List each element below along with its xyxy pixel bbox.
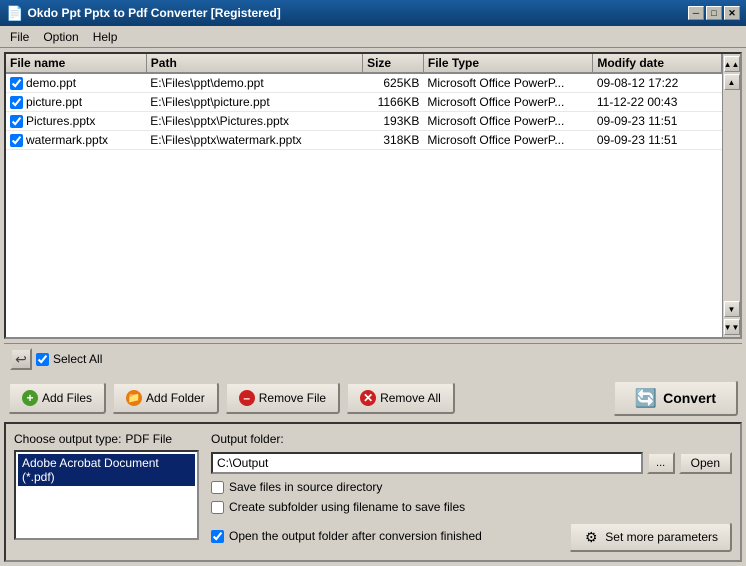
scroll-down-button[interactable]: ▼ [724, 301, 740, 317]
maximize-button[interactable]: □ [706, 6, 722, 20]
create-subfolder-row: Create subfolder using filename to save … [211, 500, 732, 514]
cell-type-3: Microsoft Office PowerP... [423, 131, 592, 150]
cell-date-1: 11-12-22 00:43 [593, 93, 722, 112]
cell-name-0: demo.ppt [6, 73, 146, 93]
create-subfolder-checkbox[interactable] [211, 501, 224, 514]
output-type-section: Choose output type: PDF File Adobe Acrob… [14, 432, 199, 552]
cell-name-3: watermark.pptx [6, 131, 146, 150]
row-checkbox-1[interactable] [10, 96, 23, 109]
remove-file-button[interactable]: – Remove File [225, 382, 340, 414]
table-row: demo.ppt E:\Files\ppt\demo.ppt 625KB Mic… [6, 73, 722, 93]
row-checkbox-2[interactable] [10, 115, 23, 128]
row-checkbox-0[interactable] [10, 77, 23, 90]
col-header-path: Path [146, 54, 362, 73]
cell-path-0: E:\Files\ppt\demo.ppt [146, 73, 362, 93]
scroll-top-button[interactable]: ▲▲ [724, 56, 740, 72]
select-all-label: Select All [53, 352, 102, 366]
save-in-source-row: Save files in source directory [211, 480, 732, 494]
menu-file[interactable]: File [4, 28, 35, 46]
add-files-button[interactable]: + Add Files [8, 382, 106, 414]
convert-button[interactable]: 🔄 Convert [613, 380, 738, 416]
cell-name-2: Pictures.pptx [6, 112, 146, 131]
menu-option[interactable]: Option [37, 28, 84, 46]
add-folder-button[interactable]: 📁 Add Folder [112, 382, 219, 414]
table-row: Pictures.pptx E:\Files\pptx\Pictures.ppt… [6, 112, 722, 131]
remove-all-button[interactable]: ✕ Remove All [346, 382, 455, 414]
col-header-date: Modify date [593, 54, 722, 73]
cell-size-2: 193KB [363, 112, 424, 131]
table-row: picture.ppt E:\Files\ppt\picture.ppt 116… [6, 93, 722, 112]
bottom-panel: Choose output type: PDF File Adobe Acrob… [4, 422, 742, 562]
open-after-conversion-row: Open the output folder after conversion … [211, 529, 482, 543]
save-in-source-label: Save files in source directory [229, 480, 382, 494]
cell-path-1: E:\Files\ppt\picture.ppt [146, 93, 362, 112]
output-type-value: PDF File [125, 432, 172, 446]
app-icon: 📄 [6, 5, 23, 22]
remove-all-icon: ✕ [360, 390, 376, 406]
col-header-type: File Type [423, 54, 592, 73]
cell-size-0: 625KB [363, 73, 424, 93]
col-header-size: Size [363, 54, 424, 73]
output-folder-label: Output folder: [211, 432, 732, 446]
output-type-selected-item[interactable]: Adobe Acrobat Document (*.pdf) [18, 454, 195, 486]
cell-path-3: E:\Files\pptx\watermark.pptx [146, 131, 362, 150]
file-table: File name Path Size File Type Modify dat… [6, 54, 722, 150]
menu-bar: File Option Help [0, 26, 746, 48]
table-row: watermark.pptx E:\Files\pptx\watermark.p… [6, 131, 722, 150]
save-in-source-checkbox[interactable] [211, 481, 224, 494]
file-list-panel: File name Path Size File Type Modify dat… [4, 52, 742, 339]
add-folder-icon: 📁 [126, 390, 142, 406]
title-bar: 📄 Okdo Ppt Pptx to Pdf Converter [Regist… [0, 0, 746, 26]
toolbar-row: + Add Files 📁 Add Folder – Remove File ✕… [4, 378, 742, 418]
cell-date-2: 09-09-23 11:51 [593, 112, 722, 131]
open-after-conversion-label: Open the output folder after conversion … [229, 529, 482, 543]
browse-button[interactable]: ... [647, 452, 675, 474]
file-table-container: File name Path Size File Type Modify dat… [6, 54, 722, 337]
select-all-checkbox[interactable] [36, 353, 49, 366]
output-folder-input[interactable] [211, 452, 643, 474]
minimize-button[interactable]: ─ [688, 6, 704, 20]
create-subfolder-label: Create subfolder using filename to save … [229, 500, 465, 514]
cell-size-3: 318KB [363, 131, 424, 150]
row-checkbox-3[interactable] [10, 134, 23, 147]
cell-path-2: E:\Files\pptx\Pictures.pptx [146, 112, 362, 131]
convert-icon: 🔄 [635, 388, 657, 409]
output-type-label: Choose output type: [14, 432, 121, 446]
select-all-row: ↩ Select All [4, 343, 742, 374]
output-type-list[interactable]: Adobe Acrobat Document (*.pdf) [14, 450, 199, 540]
add-files-icon: + [22, 390, 38, 406]
window-controls: ─ □ ✕ [688, 6, 740, 20]
cell-date-3: 09-09-23 11:51 [593, 131, 722, 150]
output-folder-row: ... Open [211, 452, 732, 474]
menu-help[interactable]: Help [87, 28, 124, 46]
output-folder-section: Output folder: ... Open Save files in so… [211, 432, 732, 552]
main-content: File name Path Size File Type Modify dat… [0, 48, 746, 566]
scroll-bottom-button[interactable]: ▼▼ [724, 319, 740, 335]
cell-type-0: Microsoft Office PowerP... [423, 73, 592, 93]
col-header-name: File name [6, 54, 146, 73]
open-folder-button[interactable]: Open [679, 452, 732, 474]
cell-type-2: Microsoft Office PowerP... [423, 112, 592, 131]
cell-type-1: Microsoft Office PowerP... [423, 93, 592, 112]
gear-icon: ⚙ [583, 529, 599, 545]
scroll-up-button[interactable]: ▲ [724, 74, 740, 90]
remove-file-icon: – [239, 390, 255, 406]
cell-name-1: picture.ppt [6, 93, 146, 112]
cell-date-0: 09-08-12 17:22 [593, 73, 722, 93]
set-more-parameters-button[interactable]: ⚙ Set more parameters [569, 522, 732, 552]
list-scrollbar: ▲▲ ▲ ▼ ▼▼ [722, 54, 740, 337]
cell-size-1: 1166KB [363, 93, 424, 112]
back-arrow-button[interactable]: ↩ [10, 348, 32, 370]
window-title: Okdo Ppt Pptx to Pdf Converter [Register… [27, 6, 280, 20]
close-button[interactable]: ✕ [724, 6, 740, 20]
open-after-conversion-checkbox[interactable] [211, 530, 224, 543]
